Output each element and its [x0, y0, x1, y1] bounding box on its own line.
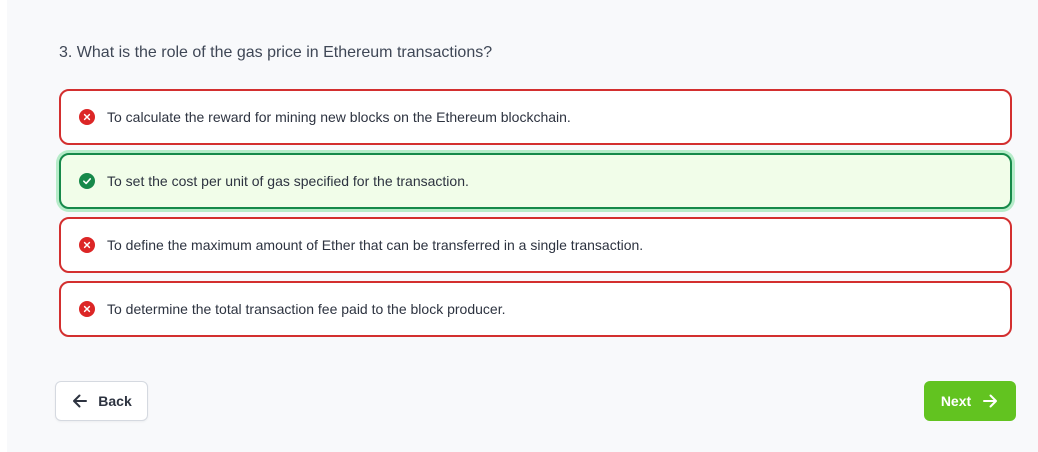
back-button-label: Back — [98, 393, 132, 409]
answer-option-label: To determine the total transaction fee p… — [107, 301, 506, 317]
next-button-label: Next — [940, 393, 972, 409]
check-circle-icon — [79, 173, 95, 189]
back-button[interactable]: Back — [55, 381, 148, 421]
x-circle-icon — [79, 301, 95, 317]
answer-option-label: To calculate the reward for mining new b… — [107, 109, 571, 125]
answer-option-label: To set the cost per unit of gas specifie… — [107, 173, 469, 189]
answer-option[interactable]: To define the maximum amount of Ether th… — [59, 217, 1012, 273]
x-circle-icon — [79, 237, 95, 253]
x-circle-icon — [79, 109, 95, 125]
next-button[interactable]: Next — [924, 381, 1016, 421]
answer-option[interactable]: To determine the total transaction fee p… — [59, 281, 1012, 337]
answer-option-label: To define the maximum amount of Ether th… — [107, 237, 644, 253]
question-text: 3. What is the role of the gas price in … — [59, 44, 493, 61]
answer-option[interactable]: To calculate the reward for mining new b… — [59, 89, 1012, 145]
answer-option[interactable]: To set the cost per unit of gas specifie… — [59, 153, 1012, 209]
arrow-right-icon — [981, 392, 999, 410]
answer-options: To calculate the reward for mining new b… — [59, 89, 1012, 345]
arrow-left-icon — [71, 392, 89, 410]
